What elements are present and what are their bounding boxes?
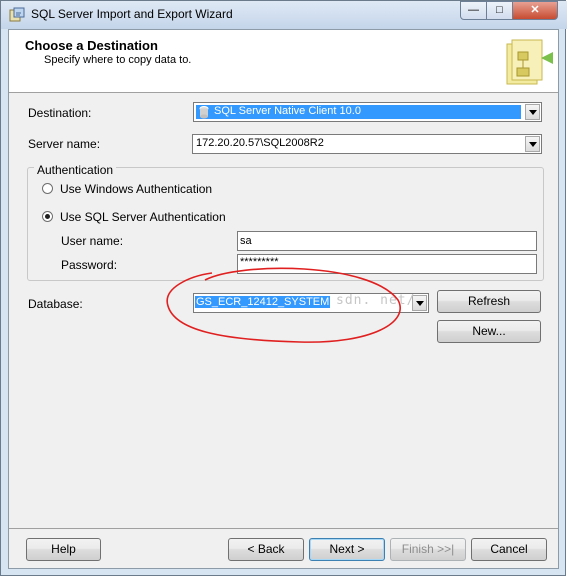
sql-auth-label[interactable]: Use SQL Server Authentication [60, 210, 226, 224]
password-value: ********* [240, 256, 279, 268]
destination-value: SQL Server Native Client 10.0 [214, 105, 361, 117]
page-header: Choose a Destination Specify where to co… [9, 30, 558, 93]
windows-auth-radio[interactable] [42, 183, 53, 194]
authentication-caption: Authentication [34, 163, 117, 177]
wizard-window: SQL Server Import and Export Wizard — □ … [0, 0, 567, 576]
page-title: Choose a Destination [25, 38, 158, 53]
title-bar[interactable]: SQL Server Import and Export Wizard — □ … [1, 1, 567, 29]
destination-graphic-icon [506, 39, 553, 85]
database-provider-icon [199, 106, 209, 119]
footer-divider [9, 528, 558, 529]
maximize-icon: □ [496, 4, 503, 16]
back-button[interactable]: < Back [228, 538, 304, 561]
server-name-label: Server name: [28, 137, 101, 151]
minimize-button[interactable]: — [460, 1, 487, 20]
server-name-value: 172.20.20.57\SQL2008R2 [196, 137, 324, 149]
window-title: SQL Server Import and Export Wizard [31, 7, 233, 21]
minimize-icon: — [468, 4, 479, 16]
windows-auth-label[interactable]: Use Windows Authentication [60, 182, 212, 196]
destination-label: Destination: [28, 106, 92, 120]
destination-dropdown-icon[interactable] [525, 104, 540, 120]
password-input[interactable]: ********* [237, 254, 537, 274]
watermark-text: sdn. net/ [336, 293, 416, 308]
password-label: Password: [61, 258, 118, 272]
close-icon: ✕ [530, 4, 540, 16]
next-button[interactable]: Next > [309, 538, 385, 561]
help-button[interactable]: Help [26, 538, 101, 561]
username-value: sa [240, 235, 252, 247]
wizard-app-icon [9, 7, 25, 22]
close-button[interactable]: ✕ [512, 1, 558, 20]
page-subtitle: Specify where to copy data to. [44, 54, 192, 66]
server-name-dropdown-icon[interactable] [525, 136, 540, 152]
username-input[interactable]: sa [237, 231, 537, 251]
cancel-button[interactable]: Cancel [471, 538, 547, 561]
username-label: User name: [61, 234, 124, 248]
database-label: Database: [28, 297, 83, 311]
finish-button: Finish >>| [390, 538, 466, 561]
destination-combo[interactable]: SQL Server Native Client 10.0 [193, 102, 542, 122]
refresh-button[interactable]: Refresh [437, 290, 541, 313]
database-value: GS_ECR_12412_SYSTEM [195, 296, 331, 308]
new-database-button[interactable]: New... [437, 320, 541, 343]
wizard-page: Choose a Destination Specify where to co… [8, 29, 559, 569]
server-name-combo[interactable]: 172.20.20.57\SQL2008R2 [192, 134, 542, 154]
maximize-button[interactable]: □ [486, 1, 513, 20]
sql-auth-radio[interactable] [42, 211, 53, 222]
